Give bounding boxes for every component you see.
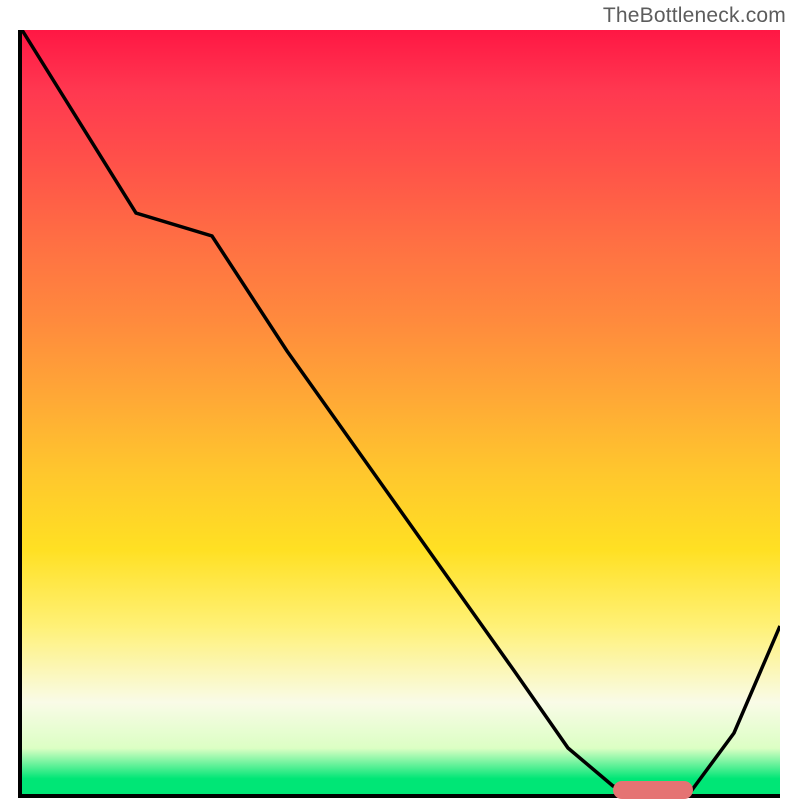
chart-line-svg (22, 30, 780, 794)
optimal-range-marker (613, 781, 693, 799)
chart-container: TheBottleneck.com (0, 0, 800, 800)
chart-axes-frame (18, 30, 780, 798)
bottleneck-curve (22, 30, 780, 794)
watermark-text: TheBottleneck.com (603, 4, 786, 28)
